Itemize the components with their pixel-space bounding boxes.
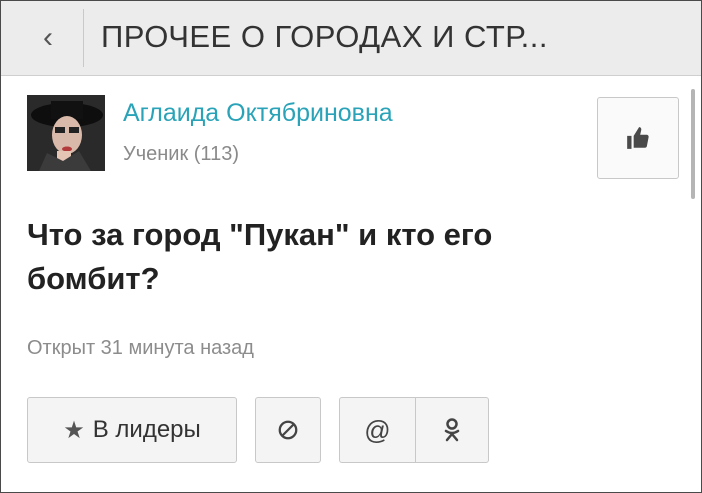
page-title: ПРОЧЕЕ О ГОРОДАХ И СТР...	[101, 19, 548, 54]
to-leaders-label: В лидеры	[92, 416, 201, 443]
avatar[interactable]	[27, 95, 105, 171]
header-bar: ‹ ПРОЧЕЕ О ГОРОДАХ И СТР...	[1, 1, 701, 76]
author-rank: Ученик (113)	[123, 143, 239, 165]
app-frame: ‹ ПРОЧЕЕ О ГОРОДАХ И СТР... Аглаида Октя…	[0, 0, 702, 493]
share-mail-button[interactable]: @	[339, 397, 415, 463]
block-button[interactable]	[255, 397, 321, 463]
author-name[interactable]: Аглаида Октябриновна	[123, 99, 393, 128]
question-timestamp: Открыт 31 минута назад	[27, 337, 254, 359]
share-odnoklassniki-button[interactable]	[415, 397, 489, 463]
block-icon	[278, 420, 298, 440]
to-leaders-button[interactable]: ★ В лидеры	[27, 397, 237, 463]
star-icon: ★	[63, 416, 85, 444]
odnoklassniki-icon	[444, 418, 460, 442]
back-button[interactable]: ‹	[13, 9, 84, 67]
at-sign-icon: @	[364, 414, 391, 445]
chevron-left-icon: ‹	[43, 21, 53, 54]
question-title: Что за город "Пукан" и кто его бомбит?	[27, 217, 493, 296]
scrollbar[interactable]	[691, 89, 695, 199]
thumbs-up-icon	[627, 127, 649, 149]
like-button[interactable]	[597, 97, 679, 179]
avatar-image	[27, 95, 105, 171]
